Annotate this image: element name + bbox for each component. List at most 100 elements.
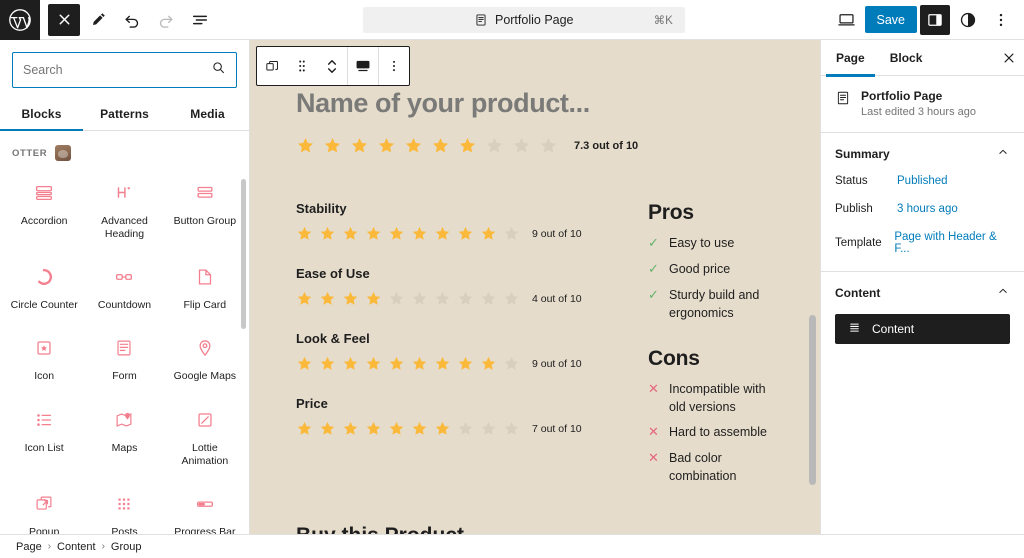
tab-page[interactable]: Page <box>826 40 875 77</box>
block-item-button-group[interactable]: Button Group <box>165 169 245 253</box>
page-icon <box>474 13 488 27</box>
cons-item-text: Bad color combination <box>669 451 737 484</box>
block-grid: Accordion Advanced Heading Button Group … <box>0 169 249 534</box>
styles-contrast-icon[interactable] <box>953 5 983 35</box>
document-last-edited: Last edited 3 hours ago <box>861 106 976 118</box>
cons-item: ✕ Incompatible with old versions <box>648 380 774 416</box>
tab-blocks[interactable]: Blocks <box>0 98 83 131</box>
page-canvas[interactable]: Name of your product... 7.3 out of 10 St… <box>250 40 820 534</box>
content-block-chip[interactable]: Content <box>835 314 1010 344</box>
accordion-icon <box>33 179 55 207</box>
document-title: Portfolio Page <box>861 89 943 103</box>
drag-handle-icon[interactable] <box>287 47 317 85</box>
tab-block[interactable]: Block <box>880 40 933 76</box>
block-item-circle-counter[interactable]: Circle Counter <box>4 253 84 324</box>
blocks-scroll-region: Accordion Advanced Heading Button Group … <box>0 169 249 534</box>
move-up-down-icon[interactable] <box>317 47 347 85</box>
breadcrumb-separator: › <box>47 541 52 552</box>
page-icon <box>835 90 851 118</box>
product-title: Name of your product... <box>296 88 590 118</box>
publish-date-value[interactable]: 3 hours ago <box>897 203 958 215</box>
editor-canvas-area: Name of your product... 7.3 out of 10 St… <box>250 40 820 534</box>
otter-avatar <box>55 145 72 161</box>
block-category-label: OTTER <box>12 147 48 159</box>
undo-icon[interactable] <box>116 4 148 36</box>
close-icon[interactable] <box>1002 51 1016 65</box>
block-item-accordion[interactable]: Accordion <box>4 169 84 253</box>
document-info[interactable]: Portfolio Page Last edited 3 hours ago <box>821 76 1024 133</box>
tab-media[interactable]: Media <box>166 98 249 130</box>
content-list-icon <box>847 320 862 338</box>
block-item-advanced-heading[interactable]: Advanced Heading <box>84 169 164 253</box>
block-label: Flip Card <box>183 299 227 312</box>
block-item-form[interactable]: Form <box>84 324 164 395</box>
redo-icon[interactable] <box>150 4 182 36</box>
block-label: Maps <box>111 441 138 454</box>
block-item-flip-card[interactable]: Flip Card <box>165 253 245 324</box>
options-ellipsis-icon[interactable] <box>379 47 409 85</box>
block-label: Lottie Animation <box>181 441 229 467</box>
block-item-google-maps[interactable]: Google Maps <box>165 324 245 395</box>
pros-item-text: Sturdy build and ergonomics <box>669 287 760 320</box>
desktop-preview-icon[interactable] <box>832 5 862 35</box>
wordpress-logo-icon[interactable] <box>0 0 40 40</box>
template-value[interactable]: Page with Header & F... <box>894 231 1010 255</box>
chevron-up-icon[interactable] <box>996 284 1010 303</box>
save-button[interactable]: Save <box>864 6 917 33</box>
options-ellipsis-icon[interactable] <box>986 5 1016 35</box>
block-label: Icon List <box>24 441 64 454</box>
full-width-align-icon[interactable] <box>348 47 378 85</box>
criterion-stars <box>296 290 520 307</box>
top-bar-left-tools <box>40 3 216 36</box>
criterion-stability: Stability 9 out of 10 <box>296 201 636 242</box>
google-maps-icon <box>194 334 216 362</box>
block-item-countdown[interactable]: Countdown <box>84 253 164 324</box>
breadcrumb-item-group[interactable]: Group <box>111 541 142 553</box>
tab-patterns[interactable]: Patterns <box>83 98 166 130</box>
summary-row-template: Template Page with Header & F... <box>835 231 1010 271</box>
settings-sidebar-icon[interactable] <box>920 4 950 35</box>
sidebar-tabs: Page Block <box>821 40 1024 77</box>
block-item-icon-list[interactable]: Icon List <box>4 396 84 480</box>
block-item-lottie-animation[interactable]: Lottie Animation <box>165 396 245 480</box>
overall-stars <box>296 136 558 155</box>
cross-icon: ✕ <box>648 424 659 440</box>
criterion-row: 9 out of 10 <box>296 355 636 372</box>
cons-item: ✕ Hard to assemble <box>648 423 774 442</box>
review-block[interactable]: Name of your product... 7.3 out of 10 St… <box>250 40 820 534</box>
block-label: Icon <box>34 370 55 383</box>
content-section-header[interactable]: Content <box>835 272 1010 314</box>
close-editor-button[interactable] <box>48 3 80 36</box>
status-badge[interactable]: Published <box>897 175 948 187</box>
block-item-progress-bar[interactable]: Progress Bar <box>165 480 245 534</box>
breadcrumb-item-content[interactable]: Content <box>57 541 96 553</box>
chevron-up-icon[interactable] <box>996 145 1010 164</box>
document-info-text: Portfolio Page Last edited 3 hours ago <box>861 89 976 118</box>
command-shortcut: ⌘K <box>653 14 673 27</box>
breadcrumb-item-page[interactable]: Page <box>16 541 42 553</box>
block-label: Google Maps <box>173 370 237 383</box>
criterion-label: Look & Feel <box>296 331 370 346</box>
block-item-posts[interactable]: Posts <box>84 480 164 534</box>
block-item-maps[interactable]: Maps <box>84 396 164 480</box>
list-view-icon[interactable] <box>184 4 216 36</box>
group-block-icon[interactable] <box>257 47 287 85</box>
block-item-popup[interactable]: Popup <box>4 480 84 534</box>
pros-item-text: Good price <box>669 261 731 276</box>
search-box[interactable] <box>12 52 237 88</box>
search-input[interactable] <box>23 63 211 77</box>
block-item-icon[interactable]: Icon <box>4 324 84 395</box>
overall-rating-row: 7.3 out of 10 <box>296 136 774 155</box>
summary-section-header[interactable]: Summary <box>835 133 1010 175</box>
row-label: Status <box>835 175 868 187</box>
icon-list-icon <box>33 406 55 434</box>
cons-item-text: Incompatible with old versions <box>669 381 766 415</box>
command-palette-chip[interactable]: Portfolio Page ⌘K <box>362 6 685 33</box>
canvas-scrollbar[interactable] <box>809 315 816 485</box>
inserter-search-area <box>0 40 249 88</box>
maps-icon <box>113 406 135 434</box>
popup-icon <box>33 490 55 518</box>
edit-mode-pencil-icon[interactable] <box>82 4 114 36</box>
criterion-row: 7 out of 10 <box>296 420 636 437</box>
inserter-scrollbar[interactable] <box>241 179 246 329</box>
